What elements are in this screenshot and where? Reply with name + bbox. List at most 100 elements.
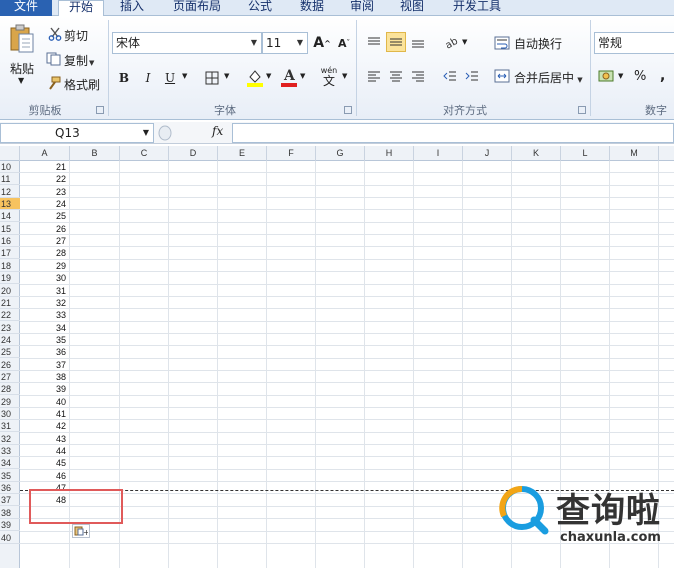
row-header[interactable]: 14 — [0, 210, 20, 223]
phonetic-icon[interactable]: wén 文 — [318, 66, 340, 88]
cut-icon[interactable] — [48, 27, 62, 41]
column-header-k[interactable]: K — [512, 146, 561, 161]
underline-dropdown-icon[interactable]: ▼ — [182, 72, 187, 80]
merge-center-button[interactable]: 合并后居中 ▼ — [514, 69, 583, 86]
row-header[interactable]: 25 — [0, 346, 20, 359]
row-header[interactable]: 12 — [0, 186, 20, 198]
cell-a-value[interactable]: 43 — [20, 433, 68, 445]
row-header[interactable]: 36 — [0, 482, 20, 495]
alignment-launcher-icon[interactable] — [578, 106, 586, 114]
font-color-dropdown-icon[interactable]: ▼ — [300, 72, 305, 80]
cell-a-value[interactable]: 37 — [20, 359, 68, 371]
tab-file[interactable]: 文件 — [0, 0, 52, 16]
row-header[interactable]: 40 — [0, 532, 20, 544]
row-header[interactable]: 34 — [0, 457, 20, 470]
cell-a-value[interactable]: 27 — [20, 235, 68, 247]
percent-button[interactable]: % — [634, 69, 646, 84]
underline-button[interactable]: U — [160, 68, 180, 88]
paste-icon[interactable] — [8, 24, 36, 54]
paste-options-icon[interactable]: + — [72, 524, 90, 538]
cell-a-value[interactable]: 30 — [20, 272, 68, 284]
tab-data[interactable]: 数据 — [292, 0, 332, 16]
row-header[interactable]: 28 — [0, 383, 20, 396]
tab-review[interactable]: 审阅 — [342, 0, 382, 16]
wrap-text-button[interactable]: 自动换行 — [514, 35, 562, 52]
column-header-e[interactable]: E — [218, 146, 267, 161]
row-header[interactable]: 26 — [0, 359, 20, 371]
font-color-icon[interactable]: A — [280, 66, 298, 88]
cell-a-value[interactable]: 41 — [20, 408, 68, 420]
paste-dropdown-icon[interactable]: ▼ — [18, 76, 24, 85]
cell-a-value[interactable]: 23 — [20, 186, 68, 198]
currency-dropdown-icon[interactable]: ▼ — [618, 72, 623, 80]
tab-formulas[interactable]: 公式 — [240, 0, 280, 16]
column-header-h[interactable]: H — [365, 146, 414, 161]
insert-function-icon[interactable]: fx — [212, 124, 223, 138]
shrink-font-button[interactable]: Aˇ — [334, 33, 354, 53]
column-header-b[interactable]: B — [70, 146, 120, 161]
font-name-select[interactable]: 宋体 ▼ — [112, 32, 262, 54]
row-header[interactable]: 35 — [0, 470, 20, 482]
currency-icon[interactable] — [598, 68, 616, 84]
format-painter-button[interactable]: 格式刷 — [64, 76, 100, 93]
cell-a-value[interactable]: 32 — [20, 297, 68, 309]
row-header[interactable]: 15 — [0, 223, 20, 235]
tab-home[interactable]: 开始 — [58, 0, 104, 17]
cell-a-value[interactable]: 40 — [20, 396, 68, 408]
tab-developer[interactable]: 开发工具 — [444, 0, 510, 16]
number-format-select[interactable]: 常规 — [594, 32, 674, 54]
column-header-d[interactable]: D — [169, 146, 218, 161]
row-header[interactable]: 24 — [0, 334, 20, 346]
cut-button[interactable]: 剪切 — [64, 27, 88, 44]
row-header[interactable]: 16 — [0, 235, 20, 248]
fill-color-icon[interactable] — [246, 68, 264, 88]
clipboard-launcher-icon[interactable] — [96, 106, 104, 114]
cell-a-value[interactable]: 31 — [20, 285, 68, 297]
paste-button[interactable]: 粘贴 — [10, 60, 34, 77]
cell-a-value[interactable]: 36 — [20, 346, 68, 358]
row-header[interactable]: 22 — [0, 309, 20, 322]
comma-button[interactable]: , — [660, 68, 665, 84]
align-top-button[interactable] — [364, 32, 384, 52]
italic-button[interactable]: I — [138, 68, 158, 88]
wrap-text-icon[interactable] — [494, 36, 510, 50]
cell-a-value[interactable]: 21 — [20, 161, 68, 173]
format-painter-icon[interactable] — [46, 76, 62, 90]
align-center-button[interactable] — [386, 66, 406, 86]
cell-a-value[interactable]: 44 — [20, 445, 68, 457]
row-header[interactable]: 18 — [0, 260, 20, 272]
column-header-c[interactable]: C — [120, 146, 169, 161]
copy-button[interactable]: 复制▼ — [64, 52, 94, 69]
row-header[interactable]: 19 — [0, 272, 20, 285]
column-header-a[interactable]: A — [20, 146, 70, 161]
cell-a-value[interactable]: 46 — [20, 470, 68, 482]
cell-a-value[interactable]: 29 — [20, 260, 68, 272]
row-header[interactable]: 17 — [0, 247, 20, 260]
copy-icon[interactable] — [46, 52, 62, 66]
row-header[interactable]: 13 — [0, 198, 20, 211]
font-size-select[interactable]: 11 ▼ — [262, 32, 308, 54]
border-icon[interactable] — [204, 70, 220, 86]
decrease-indent-button[interactable] — [440, 66, 460, 86]
name-box[interactable]: Q13 ▼ — [0, 123, 154, 143]
row-header[interactable]: 20 — [0, 285, 20, 297]
tab-insert[interactable]: 插入 — [112, 0, 152, 16]
column-header-f[interactable]: F — [267, 146, 316, 161]
align-bottom-button[interactable] — [408, 32, 428, 52]
formula-input[interactable] — [232, 123, 674, 143]
row-header[interactable]: 30 — [0, 408, 20, 420]
column-header-m[interactable]: M — [610, 146, 659, 161]
cell-a-value[interactable]: 35 — [20, 334, 68, 346]
column-header-g[interactable]: G — [316, 146, 365, 161]
cell-a-value[interactable]: 34 — [20, 322, 68, 334]
fill-color-dropdown-icon[interactable]: ▼ — [266, 72, 271, 80]
align-middle-button[interactable] — [386, 32, 406, 52]
column-header-j[interactable]: J — [463, 146, 512, 161]
row-header[interactable]: 38 — [0, 507, 20, 519]
orientation-dropdown-icon[interactable]: ▼ — [462, 38, 467, 46]
row-header[interactable]: 31 — [0, 420, 20, 433]
merge-center-icon[interactable] — [494, 69, 510, 83]
orientation-icon[interactable]: ab — [442, 32, 462, 52]
row-header[interactable]: 37 — [0, 494, 20, 507]
tab-view[interactable]: 视图 — [392, 0, 432, 16]
